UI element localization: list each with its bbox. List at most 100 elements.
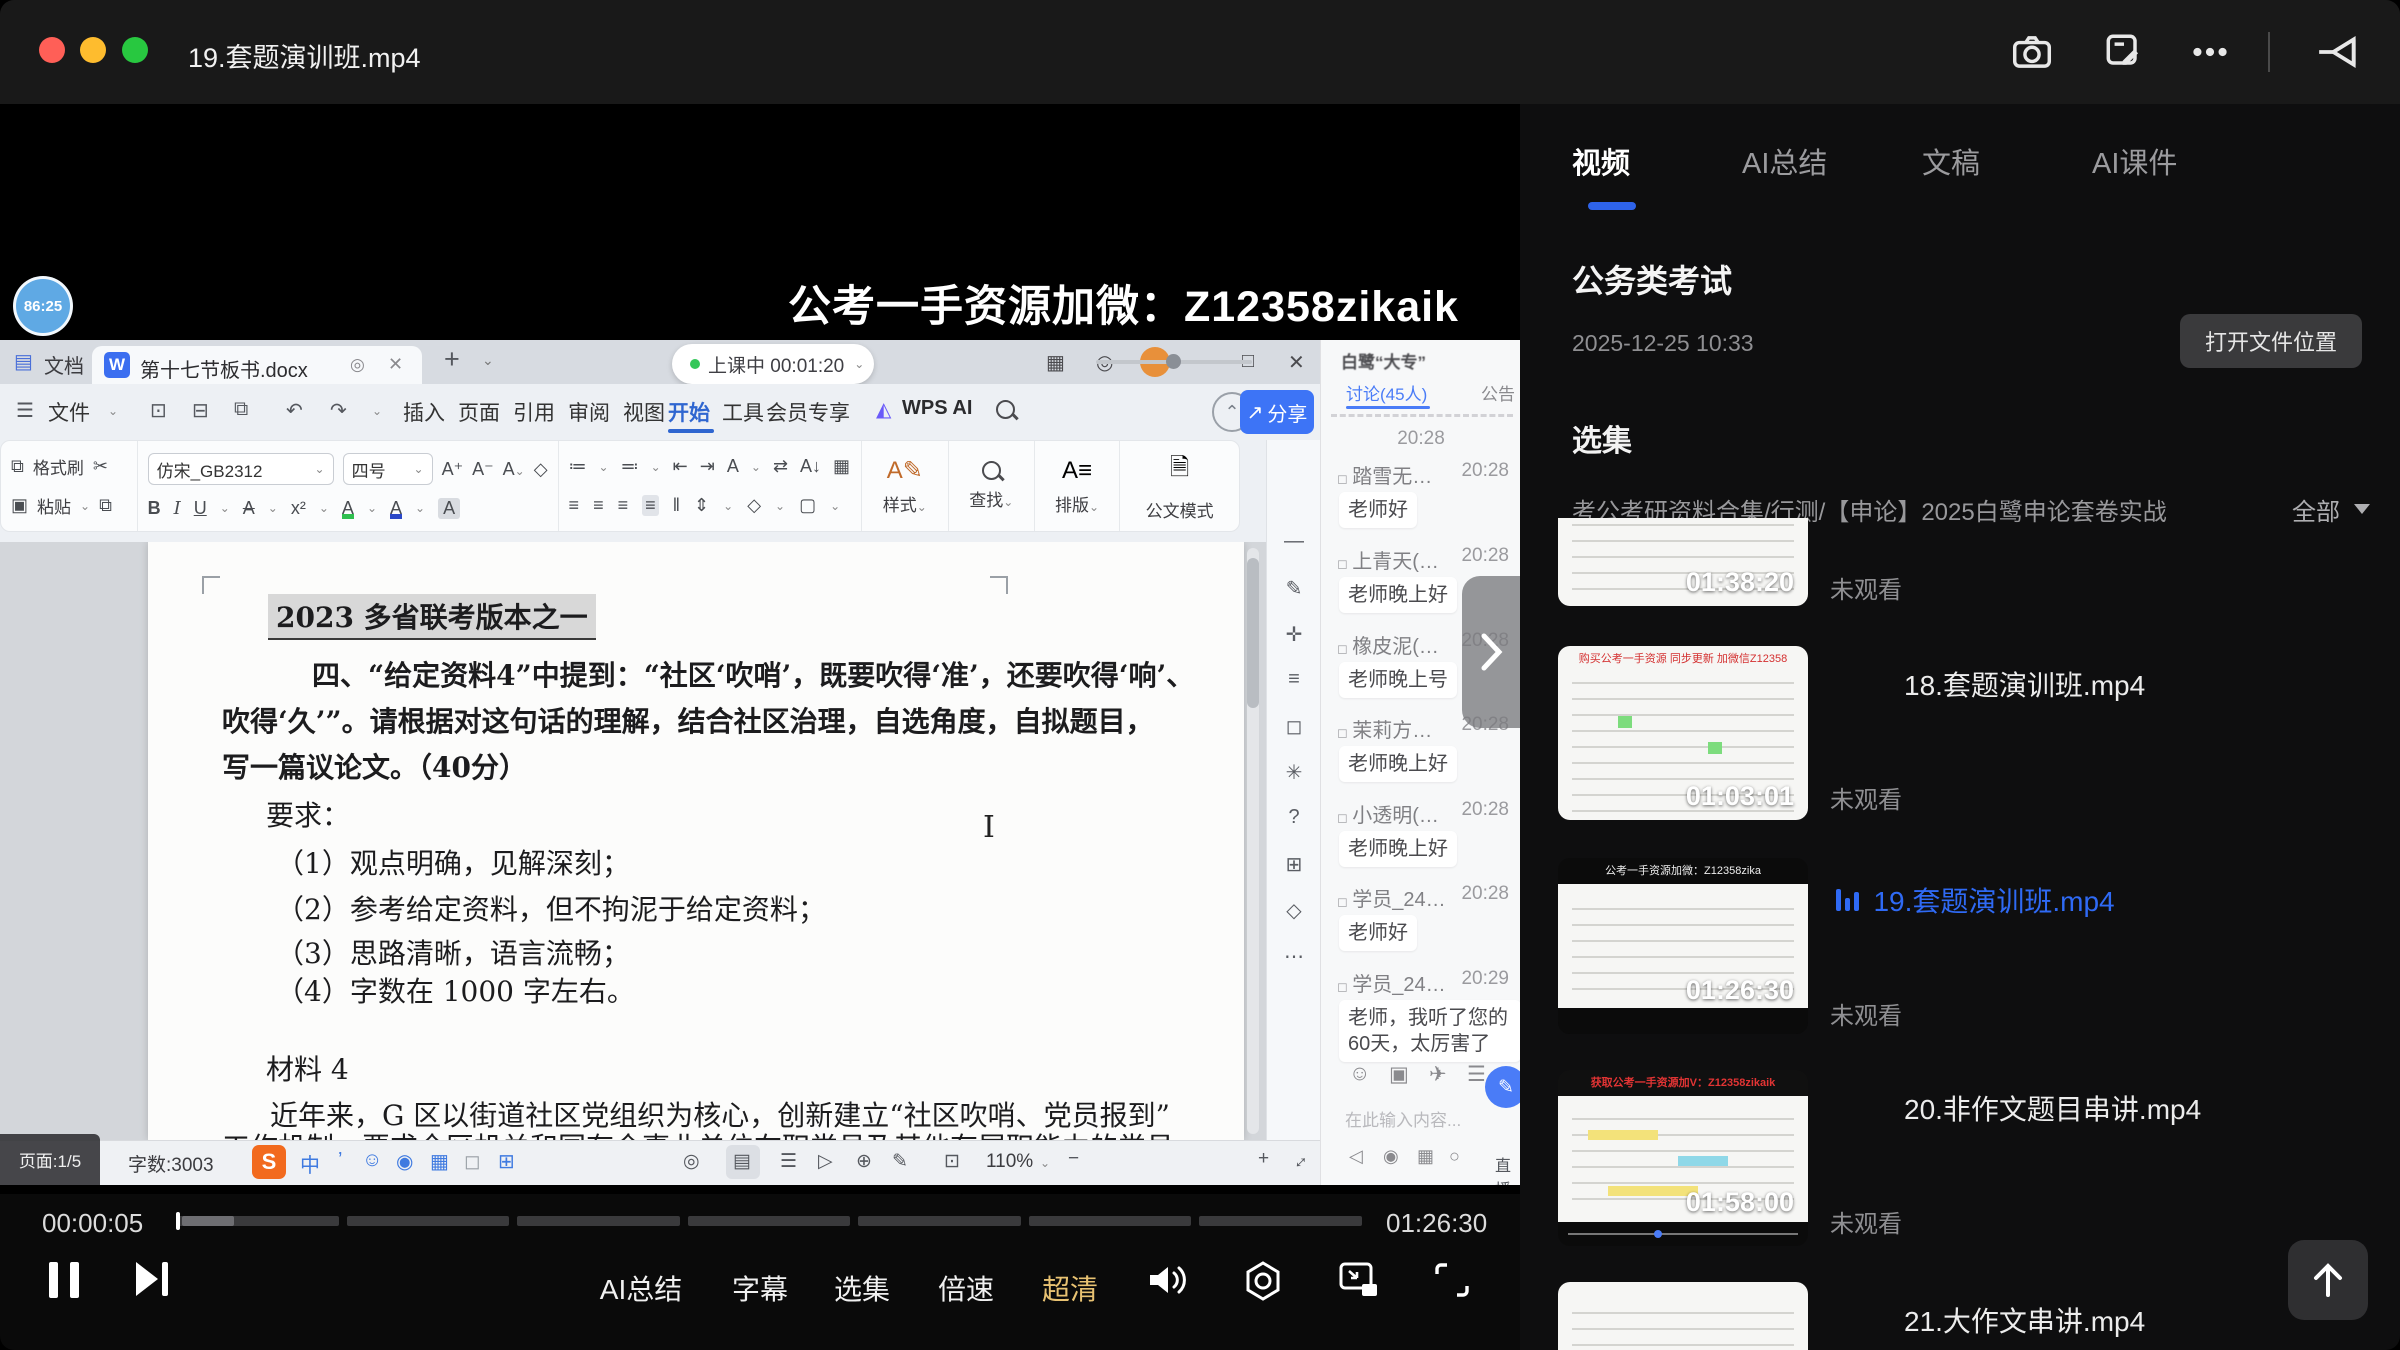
tab-ai-summary[interactable]: AI总结 — [1742, 140, 1827, 182]
live-dot — [690, 359, 700, 369]
tab-ai-courseware[interactable]: AI课件 — [2092, 140, 2177, 182]
file-menu: 文件 — [48, 402, 90, 425]
filter-dropdown[interactable]: 全部 — [2292, 492, 2340, 527]
note-edit-icon[interactable] — [2102, 30, 2146, 74]
page-corner-mark-right — [990, 576, 1008, 594]
episode-title[interactable]: 20.非作文题目串讲.mp4 — [1904, 1088, 2201, 1128]
playlist-thumbnail[interactable]: 获取公考一手资源加V：Z12358zikaik 01:58:00 — [1558, 1070, 1808, 1246]
ribbon-font-group: 仿宋_GB2312⌄ 四号⌄ A⁺ A⁻ A⌄ ◇ B I U⌄ A⌄ — [138, 441, 559, 531]
typeset-label: 排版 — [1054, 495, 1089, 515]
episode-title[interactable]: 21.大作文串讲.mp4 — [1904, 1300, 2145, 1340]
doc-line: 要求： — [266, 799, 351, 832]
more-ellipsis-icon[interactable] — [2188, 30, 2232, 74]
undo-icon: ↶ — [286, 400, 303, 422]
bold-icon: B — [147, 497, 161, 518]
now-playing-row[interactable]: 19.套题演训班.mp4 — [1836, 880, 2115, 920]
share-arrow-icon: ↗ — [1246, 401, 1264, 424]
ime-punct-icon: ’ — [338, 1149, 343, 1171]
zoom-slider-handle — [1166, 354, 1181, 369]
text-effects-icon: A⌄ — [502, 458, 525, 479]
playlist-thumbnail[interactable]: 购买公考一手资源 同步更新 加微信Z12358 01:03:01 — [1558, 646, 1808, 820]
subtitle-button[interactable]: 字幕 — [732, 1268, 788, 1308]
font-size-combobox: 四号 ⌄ — [342, 453, 433, 486]
menu-membership: 会员专享 — [766, 402, 850, 425]
screenshot-camera-icon[interactable] — [2010, 30, 2054, 74]
chat-bubble: 老师晚上号 — [1339, 662, 1457, 698]
ribbon-clipboard-group: ⧉ 格式刷 ✂ ▣ 粘贴 ⌄ ⧉ — [1, 441, 138, 531]
page-setup-icon: ▦ — [833, 456, 851, 476]
pause-button[interactable] — [45, 1260, 83, 1300]
video-watermark-text: 公考一手资源加微：Z12358zikaik — [788, 283, 1459, 331]
fullscreen-button[interactable] — [1432, 1260, 1472, 1300]
close-traffic-light[interactable] — [39, 37, 65, 63]
next-episode-button[interactable] — [134, 1260, 170, 1298]
web-view-icon: ⊕ — [856, 1151, 872, 1172]
minimize-traffic-light[interactable] — [80, 37, 106, 63]
progress-playhead[interactable] — [176, 1212, 180, 1230]
italic-icon: I — [173, 497, 181, 519]
tab-transcript[interactable]: 文稿 — [1922, 140, 1980, 182]
menu-view: 视图 — [623, 402, 665, 425]
thumb-banner-text: 公考一手资源加微：Z12358zika — [1605, 865, 1761, 877]
wps-home-label: 文档 — [44, 356, 84, 378]
maximize-traffic-light[interactable] — [122, 37, 148, 63]
progress-buffered — [182, 1216, 234, 1226]
ime-emoji-icon: ☺ — [362, 1149, 383, 1171]
pip-button[interactable] — [1338, 1260, 1380, 1300]
font-color-icon: A — [390, 497, 403, 518]
chat-tab-underline — [1346, 406, 1430, 409]
align-right-icon: ≡ — [617, 495, 629, 515]
phonetic-guide-icon: A — [726, 456, 739, 476]
speaker-icon: ◁ — [1349, 1146, 1363, 1166]
speed-button[interactable]: 倍速 — [938, 1268, 994, 1308]
menu-home-active: 开始 — [668, 402, 710, 425]
progress-segment — [517, 1216, 680, 1226]
video-stage[interactable]: 86:25 公考一手资源加微：Z12358zikaik ▤ 文档 W 第十七节板… — [0, 104, 1520, 1194]
ime-user-icon: ◻ — [464, 1151, 481, 1173]
numbered-list-icon: ≕ — [620, 456, 639, 476]
playlist-thumbnail-current[interactable]: 公考一手资源加微：Z12358zika 01:26:30 — [1558, 858, 1808, 1034]
clock-icon: ○ — [1449, 1146, 1460, 1166]
playlist-thumbnail[interactable] — [1558, 1282, 1808, 1350]
volume-button[interactable] — [1146, 1260, 1190, 1300]
font-name-combobox: 仿宋_GB2312 ⌄ — [147, 453, 334, 486]
chat-bubble: 老师，我听了您的60天，太厉害了 — [1339, 1000, 1520, 1062]
scroll-to-top-button[interactable] — [2288, 1240, 2368, 1320]
chat-message-header: ◻ 上青天(… 20:28 — [1337, 545, 1509, 573]
settings-button[interactable] — [1242, 1260, 1284, 1302]
playlist-thumbnail[interactable]: 01:38:20 — [1558, 518, 1808, 606]
progress-bar[interactable] — [176, 1216, 1363, 1226]
text-cursor: I — [983, 810, 995, 845]
open-file-location-button[interactable]: 打开文件位置 — [2180, 314, 2362, 368]
watch-status: 未观看 — [1830, 577, 1902, 604]
episodes-button[interactable]: 选集 — [834, 1268, 890, 1308]
magic-wand-icon: ✳ — [1285, 762, 1303, 784]
redo-icon: ↷ — [330, 400, 347, 422]
screen-recording: ▤ 文档 W 第十七节板书.docx ◎ ✕ + ⌄ 上课中 00:01:20 … — [0, 340, 1520, 1185]
play-slideshow-icon: ▷ — [818, 1151, 833, 1172]
classroom-name: 白鹭“大专” — [1341, 353, 1426, 372]
tab-video[interactable]: 视频 — [1572, 140, 1630, 182]
ai-summary-button[interactable]: AI总结 — [600, 1268, 682, 1308]
pin-sidebar-icon[interactable] — [2316, 30, 2360, 74]
doc-line: （3）思路清晰，语言流畅； — [276, 937, 630, 970]
pill-chevron-icon: ⌄ — [854, 357, 865, 371]
emoji-icon: ☺ — [1349, 1062, 1371, 1085]
ribbon-paragraph-group: ≔ ⌄ ≕ ⌄ ⇤ ⇥ A ⌄ ⇄ A↓ ▦ ≡ ≡ ≡ ≡ ‖ ⇕ ⌄ ◇ ⌄… — [559, 441, 862, 531]
total-time: 01:26:30 — [1386, 1208, 1488, 1238]
live-label: 直播 — [1495, 1158, 1512, 1185]
border-icon: ▢ — [799, 495, 817, 515]
justify-icon: ≡ — [642, 495, 659, 516]
zoom-chevron-icon: ⌄ — [1040, 1156, 1051, 1170]
episode-title[interactable]: 18.套题演训班.mp4 — [1904, 664, 2145, 704]
progress-segment — [1199, 1216, 1363, 1226]
grow-font-icon: A⁺ — [441, 458, 464, 479]
ribbon-find-group: 查找⌄ — [949, 441, 1035, 531]
doc-line: （4）字数在 1000 字左右。 — [276, 975, 635, 1008]
chat-message-header: ◻ 学员_24… 20:29 — [1337, 968, 1509, 996]
titlebar-divider — [2268, 32, 2270, 72]
watch-status: 未观看 — [1830, 1003, 1902, 1030]
quality-button[interactable]: 超清 — [1042, 1268, 1098, 1308]
doc-line: （2）参考给定资料，但不拘泥于给定资料； — [276, 893, 826, 926]
strikethrough-icon: A — [242, 497, 255, 518]
